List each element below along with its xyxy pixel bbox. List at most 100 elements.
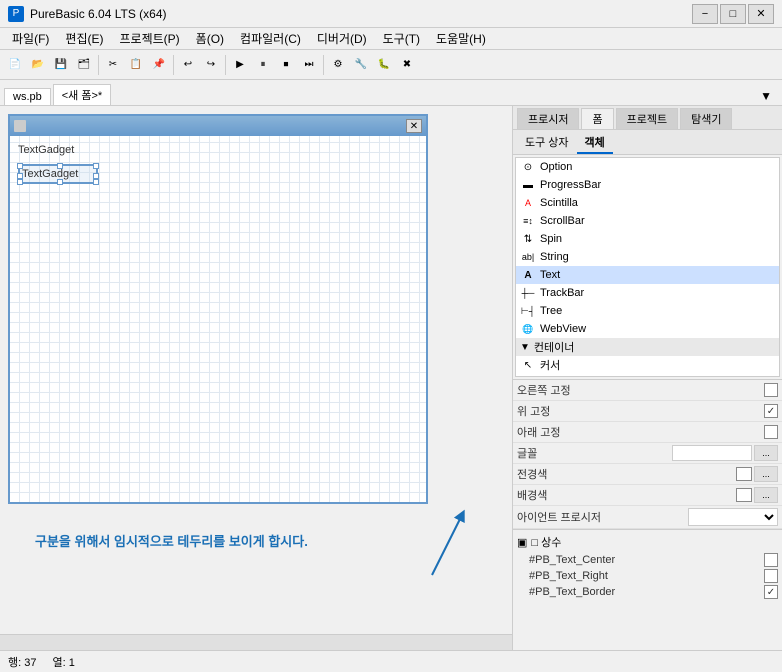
prop-btn-fg-color[interactable]: ...	[754, 466, 778, 482]
gadget-item-spin[interactable]: ⇅ Spin	[516, 230, 779, 248]
constants-header[interactable]: ▣ □ 상수	[513, 532, 782, 552]
gadget-handle-bm[interactable]	[57, 179, 63, 185]
maximize-button[interactable]: □	[720, 4, 746, 24]
gadget-item-webview-label: WebView	[540, 323, 586, 335]
right-tab-procedure[interactable]: 프로시저	[517, 108, 579, 129]
prop-label-fg-color: 전경색	[517, 466, 732, 482]
inner-window-close-button[interactable]: ✕	[406, 119, 422, 133]
tb-pause[interactable]: ⏸	[252, 54, 274, 76]
gadget-item-option[interactable]: ⊙ Option	[516, 158, 779, 176]
gadget-item-tree-label: Tree	[540, 305, 562, 317]
gadget-item-string[interactable]: ab| String	[516, 248, 779, 266]
gadget-item-spin-label: Spin	[540, 233, 562, 245]
tb-open[interactable]: 📂	[27, 54, 49, 76]
tb-step[interactable]: ⏭	[298, 54, 320, 76]
prop-color-box-bg[interactable]	[736, 488, 752, 502]
inner-window-content[interactable]: TextGadget TextGadget	[10, 136, 426, 502]
const-label-right: #PB_Text_Right	[529, 570, 760, 582]
tb-cut[interactable]: ✂	[102, 54, 124, 76]
gadget-box[interactable]: TextGadget	[18, 164, 98, 184]
tb-paste[interactable]: 📌	[148, 54, 170, 76]
tb-debug3[interactable]: 🐛	[373, 54, 395, 76]
gadget-item-container[interactable]: □ Container	[516, 374, 779, 377]
container-section-header[interactable]: ▼ 컨테이너	[516, 338, 779, 356]
tb-copy[interactable]: 📋	[125, 54, 147, 76]
menu-bar: 파일(F) 편집(E) 프로젝트(P) 폼(O) 컴파일러(C) 디버거(D) …	[0, 28, 782, 50]
prop-label-right-anchor: 오른쪽 고정	[517, 382, 760, 398]
const-checkbox-border[interactable]	[764, 585, 778, 599]
prop-btn-font[interactable]: ...	[754, 445, 778, 461]
right-tab-project[interactable]: 프로젝트	[616, 108, 678, 129]
tb-debug2[interactable]: 🔧	[350, 54, 372, 76]
title-bar-controls: − □ ✕	[692, 4, 774, 24]
tb-sep3	[225, 55, 226, 75]
annotation-arrow	[412, 505, 472, 585]
main-layout: ✕ TextGadget TextGadget	[0, 106, 782, 650]
right-panel: 프로시저 폼 프로젝트 탐색기 도구 상자 객체 ⊙ Option ▬ Prog…	[512, 106, 782, 650]
gadget-label: TextGadget	[18, 144, 74, 156]
right-second-tab-toolbox[interactable]: 도구 상자	[517, 132, 577, 154]
tb-run[interactable]: ▶	[229, 54, 251, 76]
tb-redo[interactable]: ↪	[200, 54, 222, 76]
prop-input-font[interactable]	[672, 445, 752, 461]
tab-ws-pb[interactable]: ws.pb	[4, 88, 51, 105]
gadget-handle-tm[interactable]	[57, 163, 63, 169]
tab-new-form[interactable]: <새 폼>*	[53, 84, 111, 105]
right-tab-explorer[interactable]: 탐색기	[680, 108, 732, 129]
prop-color-box-fg[interactable]	[736, 467, 752, 481]
minimize-button[interactable]: −	[692, 4, 718, 24]
const-checkbox-right[interactable]	[764, 569, 778, 583]
menu-debugger[interactable]: 디버거(D)	[309, 28, 375, 49]
right-second-tab-objects[interactable]: 객체	[577, 132, 613, 154]
gadget-item-tree[interactable]: ⊢┤ Tree	[516, 302, 779, 320]
menu-compiler[interactable]: 컴파일러(C)	[232, 28, 309, 49]
prop-btn-bg-color[interactable]: ...	[754, 487, 778, 503]
gadget-list[interactable]: ⊙ Option ▬ ProgressBar A Scintilla ≡↕ Sc…	[515, 157, 780, 377]
tb-close-dbg[interactable]: ✖	[396, 54, 418, 76]
menu-project[interactable]: 프로젝트(P)	[111, 28, 187, 49]
gadget-handle-bl[interactable]	[17, 179, 23, 185]
tab-dropdown-arrow[interactable]: ▼	[754, 87, 778, 105]
gadget-item-webview[interactable]: 🌐 WebView	[516, 320, 779, 338]
gadget-item-text[interactable]: A Text	[516, 266, 779, 284]
tb-save-all[interactable]: 🗂	[73, 54, 95, 76]
h-scrollbar[interactable]	[0, 634, 512, 650]
inner-window: ✕ TextGadget TextGadget	[8, 114, 428, 504]
menu-edit[interactable]: 편집(E)	[57, 28, 111, 49]
const-label-border: #PB_Text_Border	[529, 586, 760, 598]
menu-help[interactable]: 도움말(H)	[428, 28, 494, 49]
gadget-item-scrollbar[interactable]: ≡↕ ScrollBar	[516, 212, 779, 230]
prop-checkbox-top-anchor[interactable]	[764, 404, 778, 418]
prop-row-top-anchor: 위 고정	[513, 401, 782, 422]
gadget-handle-tl[interactable]	[17, 163, 23, 169]
prop-checkbox-bottom-anchor[interactable]	[764, 425, 778, 439]
app-icon: P	[8, 6, 24, 22]
menu-file[interactable]: 파일(F)	[4, 28, 57, 49]
const-checkbox-center[interactable]	[764, 553, 778, 567]
menu-form[interactable]: 폼(O)	[188, 28, 232, 49]
close-button[interactable]: ✕	[748, 4, 774, 24]
tb-debug1[interactable]: ⚙	[327, 54, 349, 76]
prop-row-bg-color: 배경색 ...	[513, 485, 782, 506]
tb-undo[interactable]: ↩	[177, 54, 199, 76]
gadget-handle-tr[interactable]	[93, 163, 99, 169]
const-row-border: #PB_Text_Border	[513, 584, 782, 600]
design-area[interactable]: ✕ TextGadget TextGadget	[0, 106, 512, 650]
prop-checkbox-right-anchor[interactable]	[764, 383, 778, 397]
tb-save[interactable]: 💾	[50, 54, 72, 76]
gadget-handle-br[interactable]	[93, 179, 99, 185]
prop-select-event-proc[interactable]	[688, 508, 778, 526]
prop-label-font: 글꼴	[517, 445, 668, 461]
title-bar-left: P PureBasic 6.04 LTS (x64)	[8, 6, 167, 22]
tab-bar: ws.pb <새 폼>* ▼	[0, 80, 782, 106]
menu-tools[interactable]: 도구(T)	[375, 28, 428, 49]
tb-stop[interactable]: ⏹	[275, 54, 297, 76]
gadget-item-cursor[interactable]: ↖ 커서	[516, 356, 779, 374]
right-tab-form[interactable]: 폼	[581, 108, 613, 129]
gadget-item-scintilla[interactable]: A Scintilla	[516, 194, 779, 212]
gadget-item-trackbar[interactable]: ┼─ TrackBar	[516, 284, 779, 302]
const-row-right: #PB_Text_Right	[513, 568, 782, 584]
prop-label-top-anchor: 위 고정	[517, 403, 760, 419]
tb-new[interactable]: 📄	[4, 54, 26, 76]
gadget-item-progressbar[interactable]: ▬ ProgressBar	[516, 176, 779, 194]
